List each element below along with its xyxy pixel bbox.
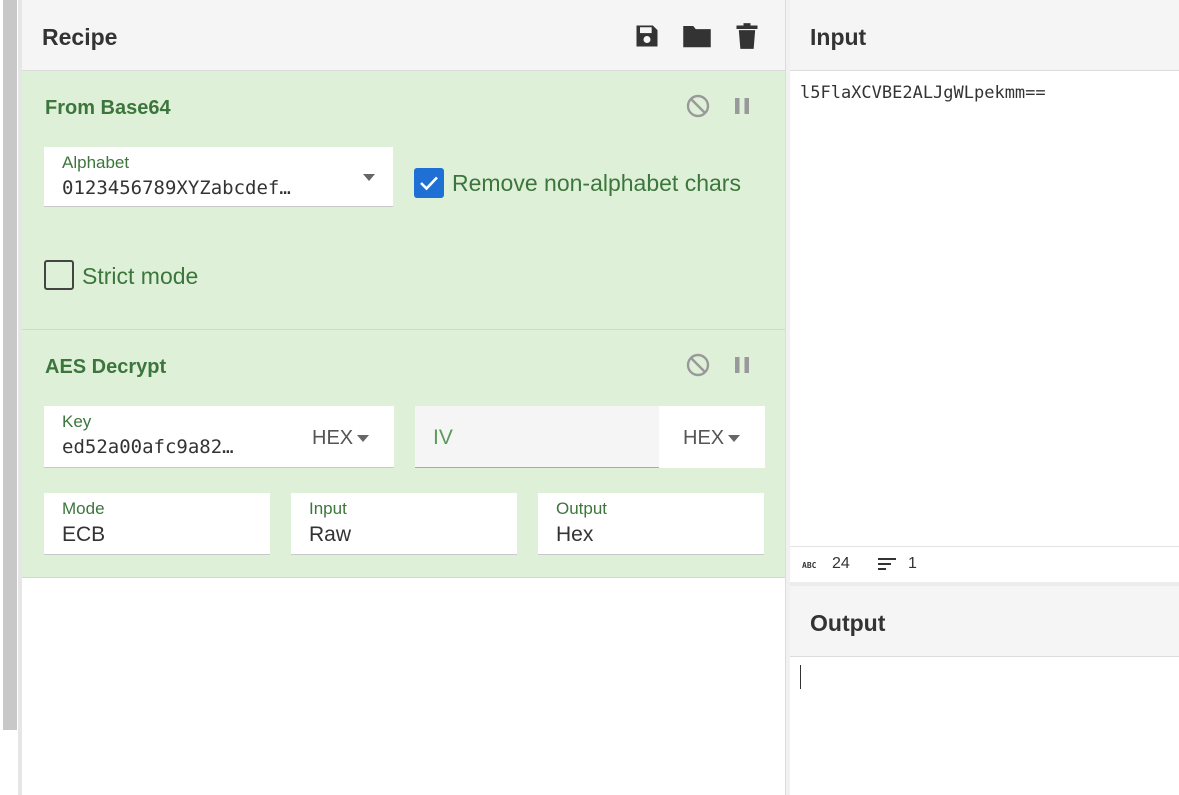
- input-status-bar: ABC 24 1: [790, 546, 1179, 582]
- chevron-down-icon: [363, 174, 375, 181]
- recipe-panel: Recipe From Base64 Alphabet 0123456789XY…: [22, 0, 786, 795]
- text-cursor: [800, 665, 801, 689]
- disable-icon[interactable]: [685, 352, 711, 378]
- mode-label: Mode: [62, 499, 105, 518]
- operation-aes-decrypt: AES Decrypt Key ed52a00afc9a82… HEX IV H…: [22, 330, 785, 578]
- operation-title: From Base64: [45, 97, 171, 119]
- input-format-dropdown[interactable]: Input Raw: [291, 493, 517, 555]
- iv-format-dropdown[interactable]: HEX: [659, 406, 765, 468]
- iv-placeholder: IV: [433, 426, 453, 449]
- lines-icon: [878, 558, 896, 570]
- mode-value: ECB: [62, 523, 106, 546]
- disable-icon[interactable]: [685, 93, 711, 119]
- input-header: Input: [790, 0, 1179, 71]
- line-count: 1: [878, 555, 917, 573]
- key-format-label: HEX: [312, 427, 354, 449]
- alphabet-dropdown[interactable]: Alphabet 0123456789XYZabcdef…: [44, 147, 393, 207]
- output-textarea[interactable]: [790, 657, 1179, 795]
- output-format-value: Hex: [556, 523, 594, 546]
- operation-title: AES Decrypt: [45, 356, 167, 378]
- output-format-dropdown[interactable]: Output Hex: [538, 493, 764, 555]
- remove-nonalphabet-label: Remove non-alphabet chars: [452, 170, 741, 196]
- input-text: l5FlaXCVBE2ALJgWLpekmm==: [800, 83, 1046, 103]
- key-format-dropdown[interactable]: HEX: [312, 427, 353, 450]
- strict-mode-checkbox[interactable]: [44, 260, 74, 290]
- line-count-value: 1: [908, 555, 917, 572]
- remove-nonalphabet-checkbox[interactable]: [414, 168, 444, 198]
- recipe-title: Recipe: [42, 24, 118, 50]
- output-header: Output: [790, 586, 1179, 657]
- iv-field[interactable]: IV: [415, 406, 659, 468]
- alphabet-label: Alphabet: [62, 153, 130, 172]
- input-format-value: Raw: [309, 523, 352, 546]
- abc-icon: ABC: [802, 561, 817, 569]
- input-textarea[interactable]: l5FlaXCVBE2ALJgWLpekmm==: [790, 71, 1179, 546]
- pause-icon[interactable]: [729, 352, 755, 378]
- left-sidebar-strip: [0, 0, 22, 795]
- recipe-header: Recipe: [22, 0, 785, 71]
- key-field[interactable]: Key ed52a00afc9a82… HEX: [44, 406, 394, 468]
- input-title: Input: [810, 24, 867, 50]
- pause-icon[interactable]: [729, 93, 755, 119]
- strict-mode-label: Strict mode: [82, 263, 199, 289]
- chevron-down-icon: [728, 435, 740, 442]
- operation-from-base64: From Base64 Alphabet 0123456789XYZabcdef…: [22, 71, 785, 330]
- folder-icon[interactable]: [681, 20, 713, 52]
- save-icon[interactable]: [631, 20, 663, 52]
- iv-format-label: HEX: [683, 427, 725, 449]
- input-format-label: Input: [309, 499, 347, 518]
- key-value: ed52a00afc9a82…: [62, 436, 234, 458]
- char-count: ABC 24: [802, 555, 850, 573]
- output-title: Output: [810, 610, 886, 636]
- sidebar-scrollbar[interactable]: [3, 0, 17, 730]
- trash-icon[interactable]: [731, 20, 763, 52]
- char-count-value: 24: [832, 555, 850, 572]
- key-label: Key: [62, 412, 92, 431]
- io-panel: Input l5FlaXCVBE2ALJgWLpekmm== ABC 24 1 …: [790, 0, 1179, 795]
- alphabet-value: 0123456789XYZabcdef…: [62, 177, 291, 199]
- mode-dropdown[interactable]: Mode ECB: [44, 493, 270, 555]
- svg-text:ABC: ABC: [802, 561, 817, 569]
- chevron-down-icon: [357, 435, 369, 442]
- output-format-label: Output: [556, 499, 608, 518]
